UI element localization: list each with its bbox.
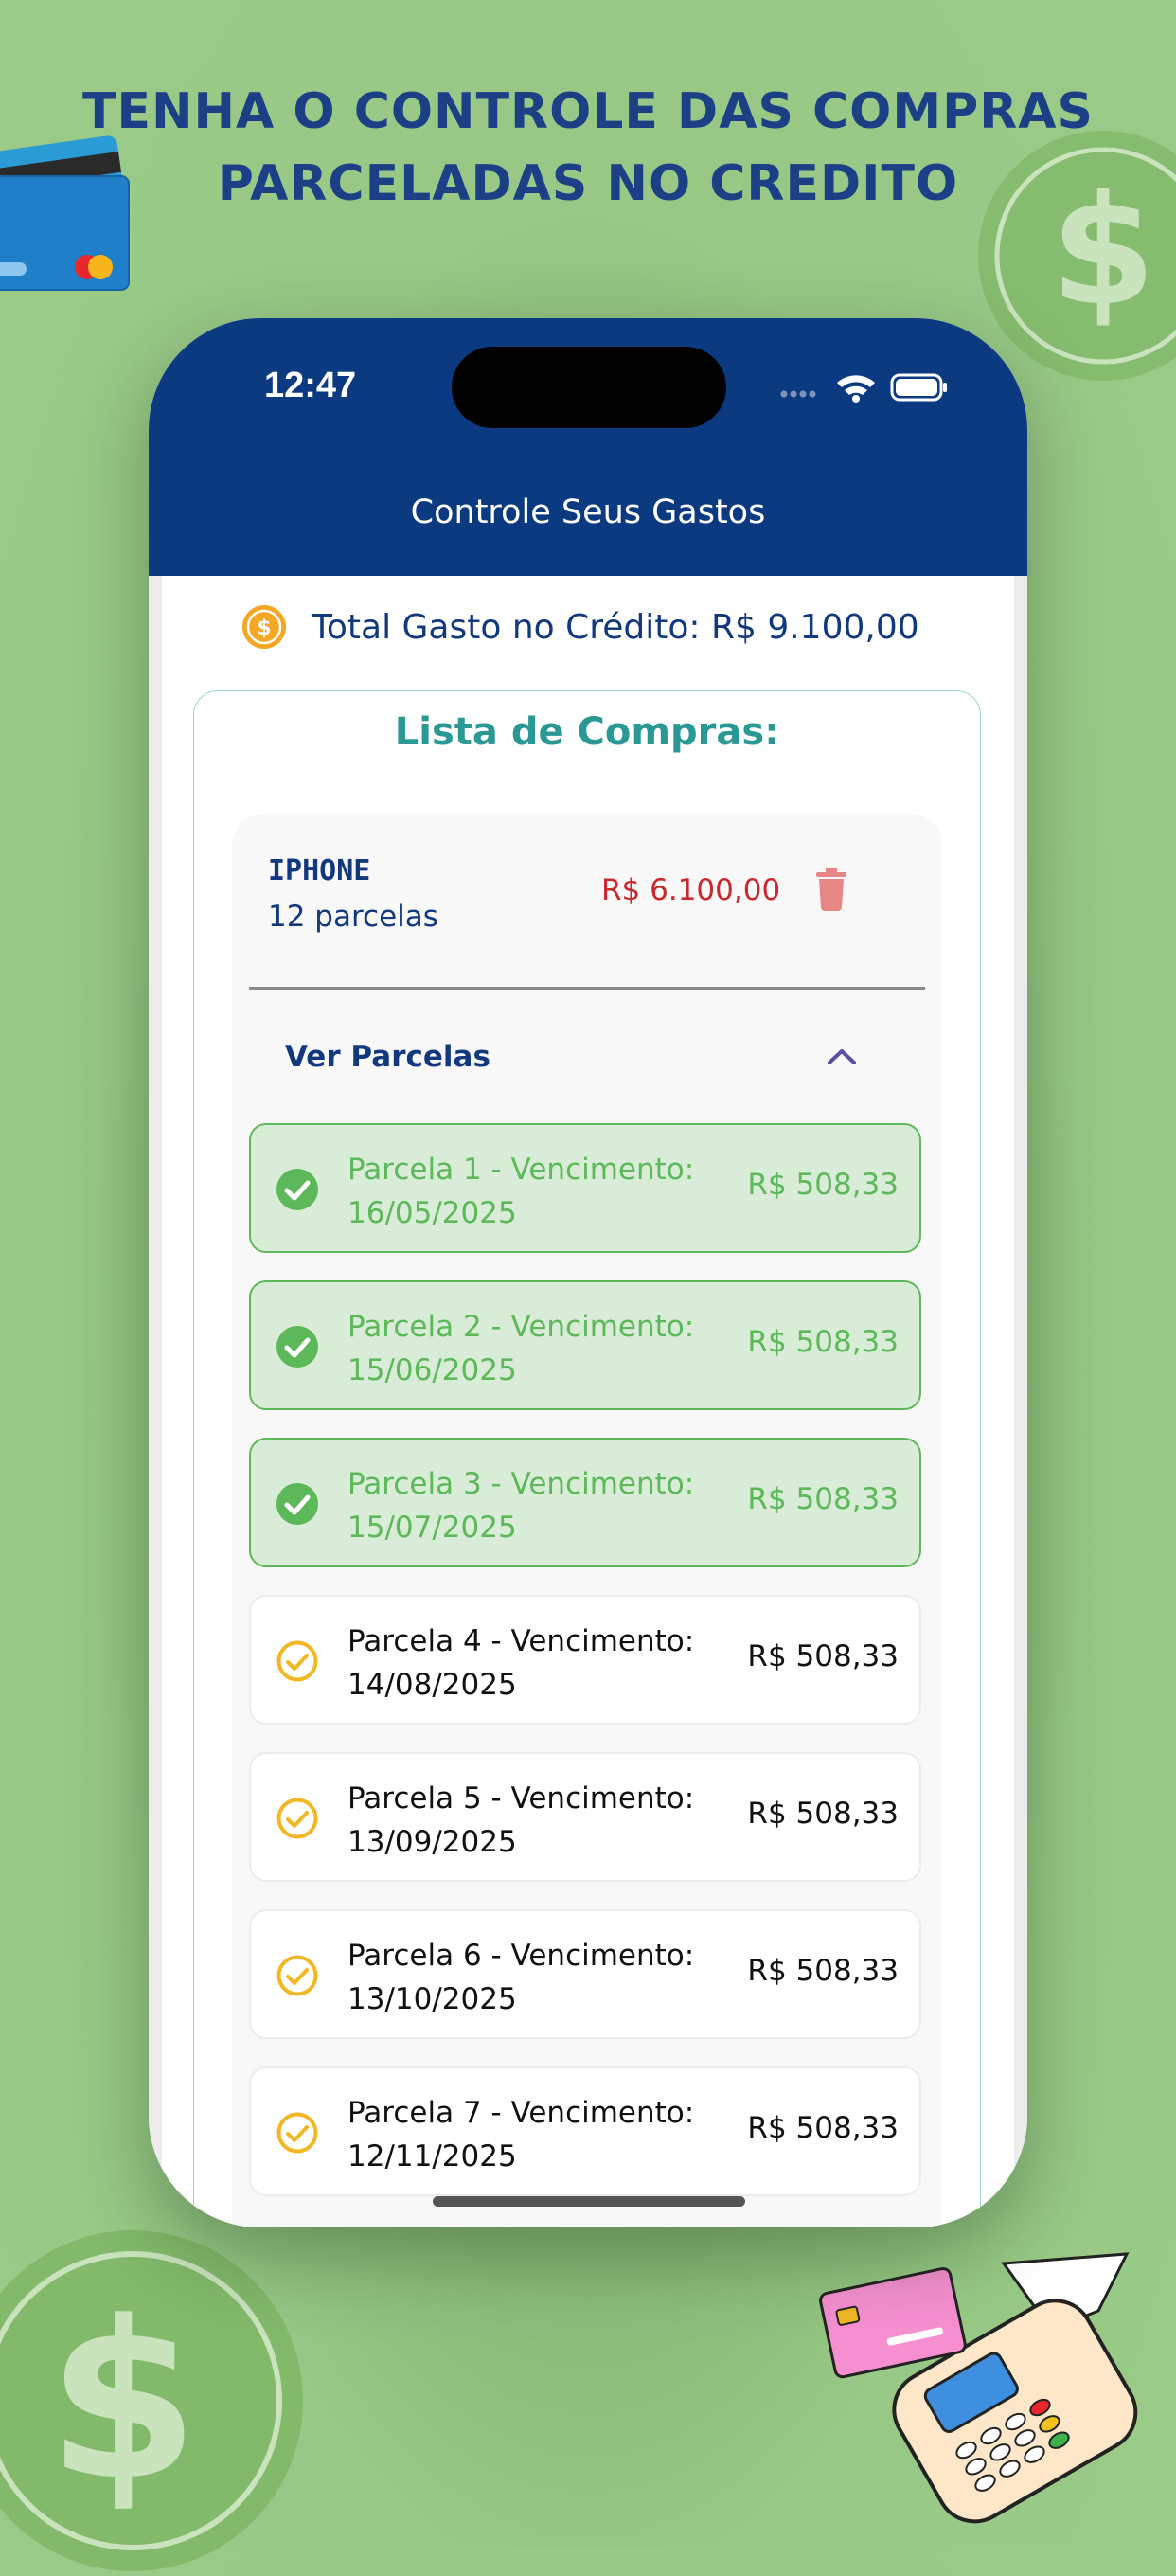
installment-due-date: 16/05/2025 (347, 1196, 517, 1230)
installment-row[interactable]: Parcela 1 - Vencimento: 16/05/2025 R$ 508,… (249, 1123, 921, 1253)
dollar-coin-icon: $ (242, 605, 286, 649)
installment-title: Parcela 3 - Vencimento: (347, 1467, 695, 1501)
installment-title: Parcela 7 - Vencimento: (347, 2096, 695, 2130)
installment-due-date: 15/07/2025 (347, 1511, 517, 1545)
check-circle-outline-icon (276, 1640, 318, 1682)
dynamic-island (452, 347, 726, 428)
installment-due-date: 13/09/2025 (347, 1825, 517, 1859)
toggle-installments-label: Ver Parcelas (285, 1040, 490, 1074)
app-header: 12:47 Controle Seus Gastos (149, 318, 1027, 576)
installment-label: Parcela 7 - Vencimento: 12/11/2025 (347, 2091, 745, 2178)
phone-frame: 12:47 Controle Seus Gastos $ Total Gasto… (149, 318, 1027, 2227)
installment-title: Parcela 6 - Vencimento: (347, 1939, 695, 1973)
installment-label: Parcela 5 - Vencimento: 13/09/2025 (347, 1777, 745, 1864)
installment-label: Parcela 6 - Vencimento: 13/10/2025 (347, 1934, 745, 2021)
installment-label: Parcela 2 - Vencimento: 15/06/2025 (347, 1305, 745, 1392)
purchase-name: IPHONE (268, 854, 371, 887)
check-circle-filled-icon (276, 1483, 318, 1525)
signal-dots-icon (780, 390, 816, 398)
list-title: Lista de Compras: (394, 710, 780, 754)
check-circle-outline-icon (276, 2112, 318, 2154)
credit-card-icon (0, 135, 130, 291)
total-spent-label: Total Gasto no Crédito: R$ 9.100,00 (312, 607, 919, 647)
installment-amount: R$ 508,33 (747, 1797, 899, 1831)
battery-icon (890, 373, 947, 402)
installment-row[interactable]: Parcela 7 - Vencimento: 12/11/2025 R$ 508,… (249, 2066, 921, 2196)
installment-due-date: 12/11/2025 (347, 2139, 517, 2174)
card-machine-icon (819, 2252, 1138, 2524)
installment-row[interactable]: Parcela 4 - Vencimento: 14/08/2025 R$ 508,… (249, 1595, 921, 1725)
app-title: Controle Seus Gastos (410, 493, 766, 531)
status-icons (780, 373, 947, 402)
home-indicator (433, 2196, 745, 2207)
installment-label: Parcela 3 - Vencimento: 15/07/2025 (347, 1462, 745, 1549)
dollar-coin-decoration-icon: $ (0, 2230, 303, 2571)
installment-due-date: 14/08/2025 (347, 1668, 517, 1702)
installment-row[interactable]: Parcela 3 - Vencimento: 15/07/2025 R$ 508,… (249, 1438, 921, 1567)
installment-amount: R$ 508,33 (747, 1325, 899, 1359)
installment-amount: R$ 508,33 (747, 1639, 899, 1673)
installment-title: Parcela 1 - Vencimento: (347, 1153, 695, 1187)
installment-title: Parcela 4 - Vencimento: (347, 1624, 695, 1658)
installment-amount: R$ 508,33 (747, 1954, 899, 1988)
svg-text:$: $ (257, 617, 271, 640)
installment-amount: R$ 508,33 (747, 2111, 899, 2145)
installment-row[interactable]: Parcela 6 - Vencimento: 13/10/2025 R$ 508,… (249, 1909, 921, 2039)
check-circle-filled-icon (276, 1326, 318, 1368)
wifi-icon (837, 375, 875, 402)
installment-amount: R$ 508,33 (747, 1482, 899, 1516)
installment-due-date: 15/06/2025 (347, 1353, 517, 1387)
purchase-item: IPHONE 12 parcelas R$ 6.100,00 Ver Parce… (232, 814, 942, 2227)
status-time: 12:47 (264, 366, 357, 405)
installment-due-date: 13/10/2025 (347, 1982, 517, 2016)
total-summary: $ Total Gasto no Crédito: R$ 9.100,00 (241, 599, 919, 655)
installment-title: Parcela 5 - Vencimento: (347, 1781, 695, 1816)
svg-text:$: $ (1050, 162, 1155, 339)
content-border (1014, 576, 1027, 2227)
check-circle-filled-icon (276, 1169, 318, 1210)
divider (249, 987, 925, 990)
trash-icon[interactable] (814, 868, 848, 911)
purchase-list-card: Lista de Compras: IPHONE 12 parcelas R$ … (193, 690, 981, 2227)
toggle-installments-button[interactable]: Ver Parcelas (249, 1004, 925, 1114)
purchase-amount: R$ 6.100,00 (601, 873, 781, 907)
svg-text:$: $ (47, 2276, 199, 2529)
check-circle-outline-icon (276, 1955, 318, 1996)
check-circle-outline-icon (276, 1798, 318, 1839)
chevron-up-icon (828, 1049, 856, 1064)
installment-row[interactable]: Parcela 2 - Vencimento: 15/06/2025 R$ 508,… (249, 1280, 921, 1410)
purchase-installments-count: 12 parcelas (268, 900, 438, 934)
content-border (149, 576, 162, 2227)
installment-label: Parcela 1 - Vencimento: 16/05/2025 (347, 1148, 745, 1235)
installment-title: Parcela 2 - Vencimento: (347, 1310, 695, 1344)
installment-amount: R$ 508,33 (747, 1168, 899, 1202)
installment-label: Parcela 4 - Vencimento: 14/08/2025 (347, 1619, 745, 1707)
installment-row[interactable]: Parcela 5 - Vencimento: 13/09/2025 R$ 508,… (249, 1752, 921, 1882)
